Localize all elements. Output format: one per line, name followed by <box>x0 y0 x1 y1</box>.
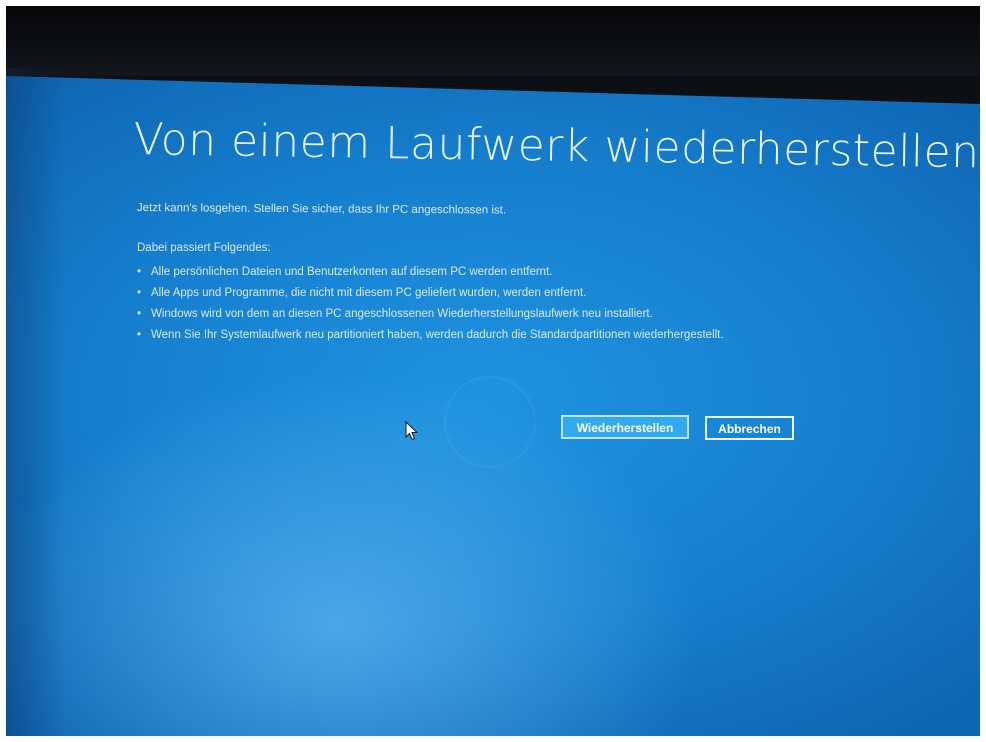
list-item: • Wenn Sie Ihr Systemlaufwerk neu partiti… <box>137 325 724 346</box>
screen-vignette <box>6 68 66 736</box>
list-item-text: Alle persönlichen Dateien und Benutzerko… <box>151 266 553 278</box>
consequences-list: • Alle persönlichen Dateien und Benutzerk… <box>137 262 724 346</box>
restore-button[interactable]: Wiederherstellen <box>561 415 689 439</box>
bullet-icon: • <box>137 308 142 320</box>
cancel-button[interactable]: Abbrechen <box>705 416 794 440</box>
bullet-icon: • <box>137 266 142 278</box>
list-item-text: Windows wird von dem an diesen PC angesc… <box>151 308 653 320</box>
list-item-text: Alle Apps und Programme, die nicht mit d… <box>151 287 587 299</box>
photo-frame: Von einem Laufwerk wiederherstellen Jetz… <box>6 6 980 736</box>
consequences-intro: Dabei passiert Folgendes: <box>137 242 271 254</box>
monitor-bezel <box>6 6 980 76</box>
list-item-text: Wenn Sie Ihr Systemlaufwerk neu partitio… <box>151 329 724 341</box>
bullet-icon: • <box>137 287 142 299</box>
mouse-pointer-icon <box>405 421 419 441</box>
list-item: • Windows wird von dem an diesen PC anges… <box>137 304 724 325</box>
list-item: • Alle Apps und Programme, die nicht mit … <box>137 283 724 304</box>
bullet-icon: • <box>137 329 142 341</box>
page-subtitle: Jetzt kann's losgehen. Stellen Sie siche… <box>136 202 507 217</box>
list-item: • Alle persönlichen Dateien und Benutzerk… <box>137 262 724 283</box>
spinner-ring <box>444 376 536 468</box>
